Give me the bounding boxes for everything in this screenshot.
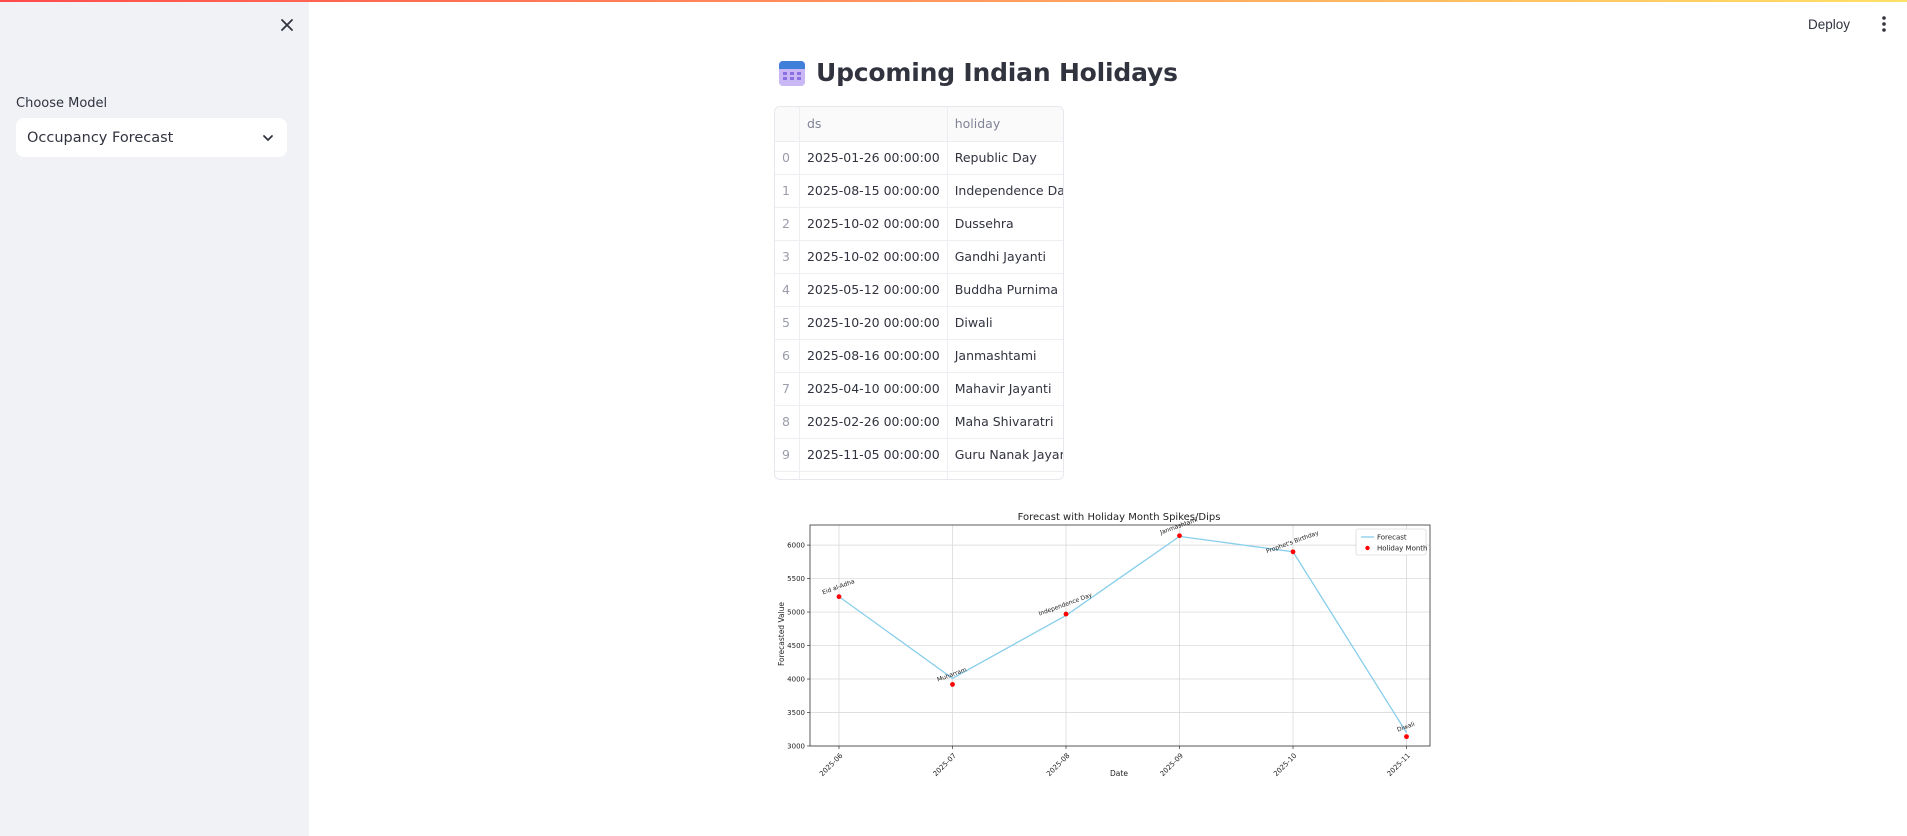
row-holiday: Gandhi Jayanti xyxy=(947,240,1063,274)
row-holiday xyxy=(947,471,1063,479)
row-holiday: Republic Day xyxy=(947,141,1063,175)
x-tick-label: 2025-07 xyxy=(932,752,958,778)
chart-legend: Forecast Holiday Month xyxy=(1355,528,1427,556)
y-axis-label: Forecasted Value xyxy=(777,602,786,666)
legend-forecast-label: Forecast xyxy=(1377,534,1407,542)
holiday-month-point xyxy=(950,681,955,687)
y-tick-label: 3500 xyxy=(787,709,805,717)
y-tick-label: 6000 xyxy=(787,542,805,550)
calendar-icon xyxy=(779,60,805,86)
row-ds: 2025-08-16 00:00:00 xyxy=(799,339,948,373)
table-row[interactable]: 2 2025-10-02 00:00:00 Dussehra xyxy=(775,207,1063,241)
x-tick-label: 2025-11 xyxy=(1386,752,1412,778)
chart-series xyxy=(836,533,1409,740)
chart-annotations: Eid al-AdhaMuharramIndependence DayJanma… xyxy=(821,516,1416,733)
row-ds: 2025-10-20 00:00:00 xyxy=(799,306,948,340)
x-tick-label: 2025-09 xyxy=(1159,752,1185,778)
x-axis-label: Date xyxy=(1110,769,1128,778)
main-menu-button[interactable] xyxy=(1876,12,1892,36)
row-ds: 2025-11-05 00:00:00 xyxy=(799,438,948,472)
row-index: 7 xyxy=(775,372,800,406)
index-column-header[interactable] xyxy=(775,107,800,142)
row-index: 4 xyxy=(775,273,800,307)
table-header-row: ds holiday xyxy=(775,107,1063,142)
row-index: 0 xyxy=(775,141,800,175)
model-select[interactable]: Occupancy Forecast xyxy=(16,118,287,157)
row-ds xyxy=(799,471,948,479)
x-tick-label: 2025-10 xyxy=(1272,752,1298,778)
y-tick-label: 4000 xyxy=(787,676,805,684)
legend-holiday-swatch xyxy=(1365,545,1370,551)
row-holiday: Guru Nanak Jayanti xyxy=(947,438,1063,472)
row-index: 2 xyxy=(775,207,800,241)
model-select-value: Occupancy Forecast xyxy=(27,129,174,146)
row-ds: 2025-02-26 00:00:00 xyxy=(799,405,948,439)
y-axis-ticks: 3000 3500 4000 4500 5000 5500 6000 xyxy=(787,542,810,751)
choose-model-label: Choose Model xyxy=(16,96,108,111)
row-index: 5 xyxy=(775,306,800,340)
table-row[interactable]: 3 2025-10-02 00:00:00 Gandhi Jayanti xyxy=(775,240,1063,274)
holiday-month-point xyxy=(1063,611,1069,617)
row-index: 9 xyxy=(775,438,800,472)
holiday-month-point xyxy=(1290,549,1296,555)
holiday-month-point xyxy=(1177,533,1182,539)
row-holiday: Diwali xyxy=(947,306,1063,340)
holiday-month-point xyxy=(836,594,842,600)
table-row[interactable]: 8 2025-02-26 00:00:00 Maha Shivaratri xyxy=(775,405,1063,439)
table-row[interactable]: 9 2025-11-05 00:00:00 Guru Nanak Jayanti xyxy=(775,438,1063,472)
row-holiday: Independence Day xyxy=(947,174,1063,208)
row-index: 3 xyxy=(775,240,800,274)
y-tick-label: 3000 xyxy=(787,743,805,751)
row-index xyxy=(775,471,800,479)
x-tick-label: 2025-08 xyxy=(1045,752,1071,778)
table-row-partial xyxy=(775,471,1063,479)
forecast-chart: Forecast with Holiday Month Spikes/Dips … xyxy=(777,512,1431,778)
deploy-button[interactable]: Deploy xyxy=(1808,12,1850,36)
chart-grid xyxy=(810,525,1430,747)
row-index: 8 xyxy=(775,405,800,439)
y-tick-label: 5500 xyxy=(787,575,805,583)
holiday-annotation: Muharram xyxy=(936,666,967,683)
y-tick-label: 4500 xyxy=(787,642,805,650)
row-holiday: Janmashtami xyxy=(947,339,1063,373)
row-holiday: Buddha Purnima xyxy=(947,273,1063,307)
forecast-line xyxy=(838,535,1408,733)
row-ds: 2025-08-15 00:00:00 xyxy=(799,174,948,208)
close-icon xyxy=(281,19,293,31)
page-title: Upcoming Indian Holidays xyxy=(816,58,1178,87)
holiday-annotation: Eid al-Adha xyxy=(821,578,855,596)
row-ds: 2025-01-26 00:00:00 xyxy=(799,141,948,175)
holidays-table[interactable]: ds holiday 0 2025-01-26 00:00:00 Republic … xyxy=(774,106,1064,480)
row-ds: 2025-05-12 00:00:00 xyxy=(799,273,948,307)
table-row[interactable]: 1 2025-08-15 00:00:00 Independence Day xyxy=(775,174,1063,208)
row-index: 6 xyxy=(775,339,800,373)
row-holiday: Maha Shivaratri xyxy=(947,405,1063,439)
table-row[interactable]: 7 2025-04-10 00:00:00 Mahavir Jayanti xyxy=(775,372,1063,406)
row-holiday: Dussehra xyxy=(947,207,1063,241)
row-holiday: Mahavir Jayanti xyxy=(947,372,1063,406)
row-ds: 2025-10-02 00:00:00 xyxy=(799,240,948,274)
x-tick-label: 2025-06 xyxy=(818,751,845,778)
kebab-menu-icon xyxy=(1882,16,1886,32)
y-tick-label: 5000 xyxy=(787,609,805,617)
chevron-down-icon xyxy=(263,134,273,141)
table-row[interactable]: 6 2025-08-16 00:00:00 Janmashtami xyxy=(775,339,1063,373)
row-ds: 2025-10-02 00:00:00 xyxy=(799,207,948,241)
close-sidebar-button[interactable] xyxy=(276,14,298,36)
table-row[interactable]: 5 2025-10-20 00:00:00 Diwali xyxy=(775,306,1063,340)
holiday-column-header[interactable]: holiday xyxy=(947,107,1063,142)
holiday-month-point xyxy=(1404,734,1409,740)
row-ds: 2025-04-10 00:00:00 xyxy=(799,372,948,406)
sidebar: Choose Model Occupancy Forecast xyxy=(0,0,309,836)
page-header: Upcoming Indian Holidays xyxy=(778,58,1178,87)
row-index: 1 xyxy=(775,174,800,208)
table-row[interactable]: 4 2025-05-12 00:00:00 Buddha Purnima xyxy=(775,273,1063,307)
table-row[interactable]: 0 2025-01-26 00:00:00 Republic Day xyxy=(775,141,1063,175)
ds-column-header[interactable]: ds xyxy=(799,107,948,142)
top-decoration-bar xyxy=(0,0,1907,2)
legend-holiday-label: Holiday Month xyxy=(1377,545,1427,553)
